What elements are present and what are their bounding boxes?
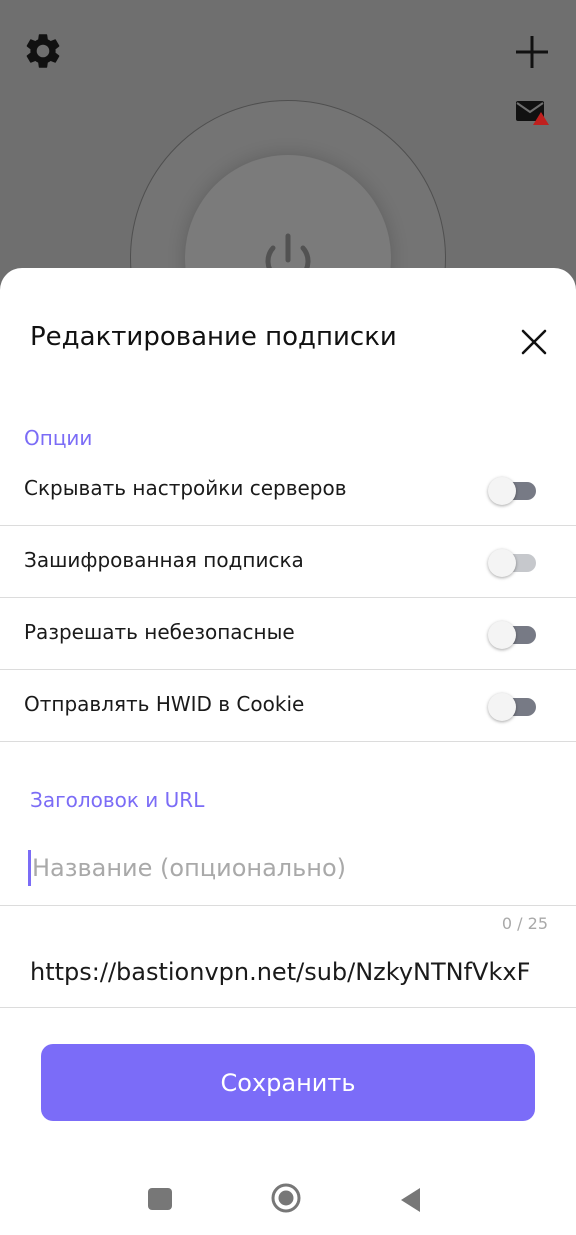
- screen: Редактирование подписки Опции Скрывать н…: [0, 0, 576, 1235]
- url-input[interactable]: https://bastionvpn.net/sub/NzkyNTNfVkxF: [30, 958, 548, 994]
- back-triangle-icon: [401, 1188, 420, 1212]
- sheet-title: Редактирование подписки: [30, 322, 397, 352]
- option-row-allow-insecure: Разрешать небезопасные: [0, 598, 576, 670]
- encrypted-subscription-toggle[interactable]: [488, 548, 538, 578]
- title-url-section-label: Заголовок и URL: [30, 788, 205, 812]
- gear-icon: [26, 34, 60, 68]
- name-char-counter: 0 / 25: [501, 914, 548, 933]
- toggle-thumb: [488, 477, 516, 505]
- option-row-send-hwid-cookie: Отправлять HWID в Cookie: [0, 670, 576, 742]
- options-section-label: Опции: [24, 426, 93, 450]
- text-cursor: [28, 850, 31, 886]
- name-field: [0, 836, 576, 906]
- send-hwid-cookie-toggle[interactable]: [488, 692, 538, 722]
- toggle-thumb: [488, 693, 516, 721]
- save-button[interactable]: Сохранить: [41, 1044, 535, 1121]
- toggle-thumb: [488, 549, 516, 577]
- option-label: Разрешать небезопасные: [24, 620, 295, 644]
- option-label: Скрывать настройки серверов: [24, 476, 347, 500]
- edit-subscription-sheet: Редактирование подписки Опции Скрывать н…: [0, 268, 576, 1235]
- close-button[interactable]: [514, 322, 554, 362]
- toggle-thumb: [488, 621, 516, 649]
- mail-alert-icon: [516, 101, 549, 125]
- option-label: Зашифрованная подписка: [24, 548, 304, 572]
- option-row-encrypted-subscription: Зашифрованная подписка: [0, 526, 576, 598]
- option-label: Отправлять HWID в Cookie: [24, 692, 305, 716]
- allow-insecure-toggle[interactable]: [488, 620, 538, 650]
- mail-button[interactable]: [514, 98, 550, 128]
- add-button[interactable]: [510, 30, 554, 74]
- recents-button[interactable]: [148, 1188, 172, 1210]
- hide-server-settings-toggle[interactable]: [488, 476, 538, 506]
- back-button[interactable]: [398, 1186, 424, 1214]
- home-button[interactable]: [270, 1182, 302, 1214]
- settings-button[interactable]: [22, 30, 64, 72]
- url-field: https://bastionvpn.net/sub/NzkyNTNfVkxF: [0, 948, 576, 1008]
- home-circle-icon: [271, 1183, 301, 1213]
- option-row-hide-server-settings: Скрывать настройки серверов: [0, 454, 576, 526]
- close-icon: [521, 329, 547, 355]
- plus-icon: [516, 36, 548, 68]
- name-input[interactable]: [32, 850, 552, 886]
